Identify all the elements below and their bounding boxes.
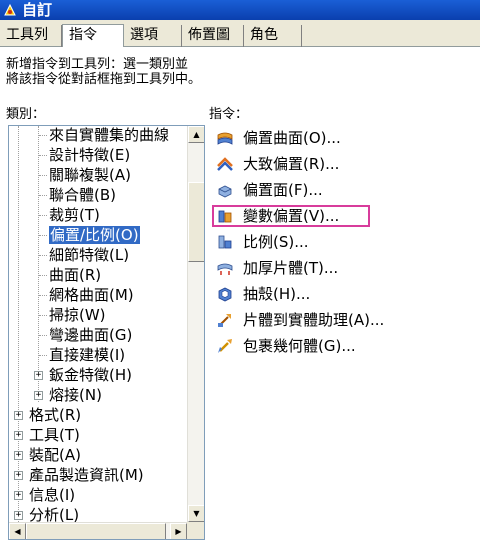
categories-label: 類別： [6,107,46,122]
tab-toolbars[interactable]: 工具列 [0,25,62,47]
tab-commands[interactable]: 指令 [62,24,124,47]
commands-panel: 新增指令到工具列：選一類別並 將該指令從對話框拖到工具列中。 類別： 指令： 來… [0,47,480,545]
offset-face-icon [218,185,232,198]
tree-item[interactable]: 裁剪(T) [49,205,100,225]
tree-item[interactable]: 掃掠(W) [49,305,106,325]
tree-item[interactable]: 聯合體(B) [49,185,116,205]
scroll-up-arrow-icon[interactable]: ▲ [188,126,204,143]
vertical-scroll-thumb[interactable] [188,182,204,262]
offset-surface-icon [217,132,233,145]
tree-item[interactable]: 產品製造資訊(M) [29,465,144,485]
instructions-text: 新增指令到工具列：選一類別並 將該指令從對話框拖到工具列中。 [6,57,202,87]
tree-item[interactable]: 關聯複製(A) [49,165,131,185]
tree-item[interactable]: 鈑金特徵(H) [49,365,132,385]
expand-icon[interactable]: + [34,391,43,400]
tree-item-selected[interactable]: 偏置/比例(O) [49,225,140,245]
expand-icon[interactable]: + [34,371,43,380]
expand-icon[interactable]: + [14,431,23,440]
tree-item[interactable]: 曲面(R) [49,265,101,285]
tree-item[interactable]: 信息(I) [29,485,75,505]
expand-icon[interactable]: + [14,451,23,460]
tree-item[interactable]: 來自實體集的曲線 [49,126,169,145]
commands-label: 指令： [209,107,249,122]
tab-options[interactable]: 選項 [124,25,182,47]
command-label: 偏置曲面(O)... [243,129,341,147]
shell-icon [218,287,232,302]
tree-item[interactable]: 格式(R) [29,405,81,425]
customize-app-icon [4,3,16,16]
tree-item[interactable]: 直接建模(I) [49,345,125,365]
tab-roles[interactable]: 角色 [244,25,302,47]
command-label: 片體到實體助理(A)... [243,311,385,329]
vertical-scrollbar[interactable]: ▲ ▼ [187,126,204,522]
tree-guide-line [18,126,19,522]
thicken-sheet-icon [217,263,233,275]
rough-offset-icon [217,157,233,171]
command-label: 抽殼(H)... [243,285,311,303]
tab-label: 選項 [130,27,158,43]
tab-label: 角色 [250,27,278,43]
highlight-box [212,205,370,227]
scroll-right-arrow-icon[interactable]: ▶ [170,523,187,539]
title-bar: 自訂 [0,0,480,20]
expand-icon[interactable]: + [14,491,23,500]
tab-label: 佈置圖 [188,27,230,43]
expand-icon[interactable]: + [14,511,23,520]
tab-layouts[interactable]: 佈置圖 [182,25,244,47]
tree-item[interactable]: 彎邊曲面(G) [49,325,132,345]
command-label: 包裹幾何體(G)... [243,337,356,355]
scale-icon [218,235,232,249]
command-label: 偏置面(F)... [243,181,323,199]
tree-guide-line [38,126,39,402]
window-title: 自訂 [22,1,53,19]
command-label: 加厚片體(T)... [243,259,339,277]
categories-tree[interactable]: 來自實體集的曲線 設計特徵(E) 關聯複製(A) 聯合體(B) 裁剪(T) 偏置… [8,125,205,540]
horizontal-scroll-thumb[interactable] [26,523,166,539]
tab-label: 工具列 [6,27,48,43]
command-label: 大致偏置(R)... [243,155,340,173]
tree-item[interactable]: 設計特徵(E) [49,145,130,165]
expand-icon[interactable]: + [14,411,23,420]
sheets-to-solid-icon [218,314,231,327]
command-label: 比例(S)... [243,233,309,251]
horizontal-scrollbar[interactable]: ◀ ▶ [9,522,187,539]
tree-item[interactable]: 熔接(N) [49,385,102,405]
scroll-left-arrow-icon[interactable]: ◀ [9,523,26,539]
expand-icon[interactable]: + [14,471,23,480]
tree-item[interactable]: 工具(T) [29,425,80,445]
tree-item[interactable]: 網格曲面(M) [49,285,134,305]
tab-label: 指令 [69,27,97,43]
scrollbar-corner [187,522,204,539]
tree-item[interactable]: 細節特徵(L) [49,245,129,265]
tab-strip: 工具列 指令 選項 佈置圖 角色 [0,24,480,47]
tree-item[interactable]: 裝配(A) [29,445,81,465]
wrap-geometry-icon [218,339,232,353]
scroll-down-arrow-icon[interactable]: ▼ [188,505,204,522]
